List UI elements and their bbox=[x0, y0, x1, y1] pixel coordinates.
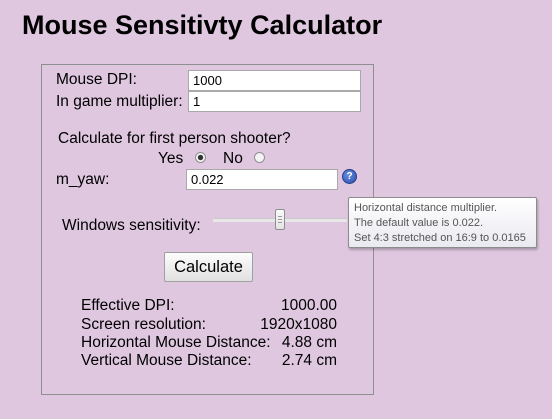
effective-dpi-value: 1000.00 bbox=[280, 297, 337, 314]
calculate-button[interactable]: Calculate bbox=[164, 252, 253, 282]
vertical-distance-value: 2.74 cm bbox=[281, 352, 337, 369]
m-yaw-input[interactable] bbox=[186, 169, 338, 190]
windows-sensitivity-label: Windows sensitivity: bbox=[62, 217, 201, 234]
fps-question-label: Calculate for first person shooter? bbox=[58, 130, 291, 147]
tooltip-line: The default value is 0.022. bbox=[354, 217, 484, 229]
mouse-dpi-label: Mouse DPI: bbox=[56, 71, 137, 88]
yes-radio[interactable] bbox=[195, 152, 206, 163]
yes-label: Yes bbox=[158, 150, 184, 167]
in-game-multiplier-label: In game multiplier: bbox=[56, 93, 183, 110]
m-yaw-tooltip: Horizontal distance multiplier. The defa… bbox=[348, 197, 537, 248]
screen-resolution-label: Screen resolution: bbox=[81, 316, 206, 333]
no-label: No bbox=[223, 150, 243, 167]
vertical-distance-label: Vertical Mouse Distance: bbox=[81, 352, 252, 369]
in-game-multiplier-input[interactable] bbox=[188, 91, 361, 112]
thumb-grip-line bbox=[278, 216, 282, 217]
thumb-grip-line bbox=[278, 219, 282, 220]
horizontal-distance-value: 4.88 cm bbox=[281, 334, 337, 351]
mouse-dpi-input[interactable] bbox=[188, 70, 361, 91]
no-radio[interactable] bbox=[254, 152, 265, 163]
m-yaw-label: m_yaw: bbox=[56, 171, 110, 188]
effective-dpi-label: Effective DPI: bbox=[81, 297, 175, 314]
tooltip-line: Set 4:3 stretched on 16:9 to 0.0165 bbox=[354, 232, 526, 244]
slider-thumb[interactable] bbox=[275, 209, 285, 230]
thumb-grip-line bbox=[278, 222, 282, 223]
help-icon[interactable]: ? bbox=[342, 169, 357, 184]
page-title: Mouse Sensitivty Calculator bbox=[22, 10, 383, 40]
tooltip-line: Horizontal distance multiplier. bbox=[354, 202, 498, 214]
screen-resolution-value: 1920x1080 bbox=[260, 316, 337, 333]
